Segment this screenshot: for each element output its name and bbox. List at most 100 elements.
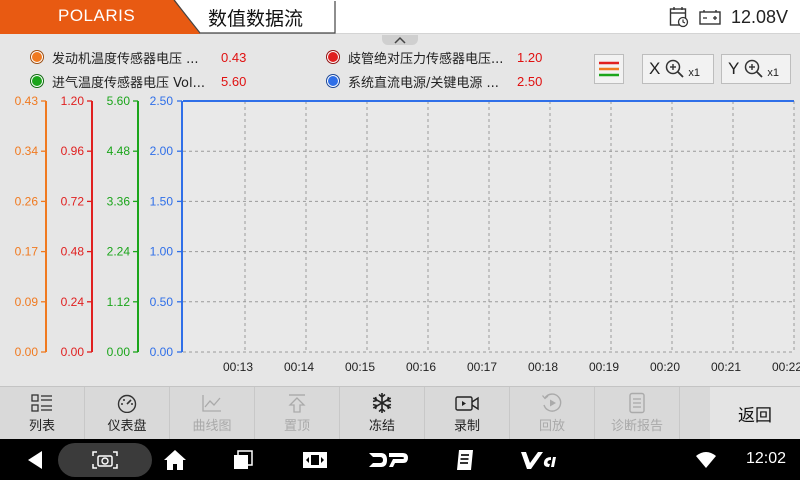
- recent-apps-nav[interactable]: [228, 439, 258, 480]
- line-chart-button[interactable]: 曲线图: [170, 387, 255, 440]
- page-title: 数值数据流: [208, 8, 304, 30]
- freeze-label: 冻结: [368, 419, 395, 434]
- x-tick-label: 00:19: [589, 360, 619, 374]
- y-tick-label: 5.60: [107, 96, 131, 108]
- legend: 发动机温度传感器电压 ... 0.43 进气温度传感器电压 Vol... 5.6…: [30, 47, 590, 95]
- y-tick-label: 0.00: [61, 345, 85, 359]
- series-dot: [326, 74, 340, 88]
- playback-label: 回放: [538, 419, 565, 434]
- pin-top-label: 置顶: [283, 419, 310, 434]
- y-tick-label: 0.34: [15, 144, 39, 158]
- record-button[interactable]: 录制: [425, 387, 510, 440]
- y-tick-label: 0.96: [61, 144, 85, 158]
- y-tick-label: 0.26: [15, 194, 39, 208]
- line-chart[interactable]: 00:13 00:14 00:15 00:16 00:17 00:18 00:19 00:20…: [0, 96, 800, 384]
- dp-nav[interactable]: [366, 439, 410, 480]
- record-icon: [455, 396, 479, 411]
- x-tick-label: 00:21: [711, 360, 741, 374]
- y-zoom-button[interactable]: Y x1: [721, 54, 791, 84]
- y-tick-label: 0.00: [107, 345, 131, 359]
- back-nav[interactable]: [20, 439, 50, 480]
- y-tick-label: 0.24: [61, 295, 85, 309]
- y-tick-label: 0.50: [150, 295, 174, 309]
- x-tick-label: 00:17: [467, 360, 497, 374]
- recent-apps-icon: [234, 449, 253, 469]
- brand-name: POLARIS: [58, 6, 136, 25]
- y-tick-label: 0.72: [61, 194, 85, 208]
- screenshot-nav[interactable]: [58, 439, 152, 480]
- home-nav[interactable]: [160, 439, 190, 480]
- list-label: 列表: [28, 419, 55, 434]
- pin-top-button[interactable]: 置顶: [255, 387, 340, 440]
- app-window: POLARIS 数值数据流 12.08V 发动机温度传感器电压 ... 0.43…: [0, 0, 800, 480]
- vci-switch-nav[interactable]: [298, 439, 332, 480]
- y-tick-label: 1.50: [150, 194, 174, 208]
- back-button[interactable]: 返回: [710, 387, 800, 440]
- y-tick-label: 0.09: [15, 295, 39, 309]
- zoom-in-icon: [745, 59, 763, 78]
- x-tick-label: 00:15: [345, 360, 375, 374]
- record-label: 录制: [453, 419, 480, 434]
- x-tick-label: 00:14: [284, 360, 314, 374]
- y-tick-label: 2.00: [150, 144, 174, 158]
- legend-value: 2.50: [517, 74, 543, 89]
- legend-label: 歧管绝对压力传感器电压...: [348, 51, 504, 67]
- wifi-status: [694, 439, 718, 480]
- vci-nav[interactable]: [518, 439, 558, 480]
- legend-label: 系统直流电源/关键电源 ...: [348, 75, 499, 91]
- list-button[interactable]: 列表: [0, 387, 85, 440]
- legend-item[interactable]: 发动机温度传感器电压 ...: [30, 47, 199, 67]
- legend-value: 1.20: [517, 50, 543, 65]
- collapse-handle[interactable]: [382, 35, 418, 45]
- x-tick-label: 00:13: [223, 360, 253, 374]
- line-chart-label: 曲线图: [192, 419, 232, 434]
- calendar-clock-icon: [669, 7, 689, 28]
- gauge-button[interactable]: 仪表盘: [85, 387, 170, 440]
- report-button[interactable]: 诊断报告: [595, 387, 680, 440]
- x-tick-label: 00:18: [528, 360, 558, 374]
- y-tick-label: 0.17: [15, 245, 39, 259]
- top-bar: POLARIS 数值数据流 12.08V: [0, 0, 800, 34]
- home-icon: [164, 449, 186, 470]
- screenshot-icon: [92, 450, 118, 469]
- y-tick-label: 1.12: [107, 295, 131, 309]
- wifi-icon: [696, 451, 716, 468]
- notes-nav[interactable]: [450, 439, 480, 480]
- y-zoom-multiplier: x1: [767, 67, 779, 79]
- series-dot: [326, 50, 340, 64]
- playback-icon: [542, 393, 562, 412]
- x-tick-label: 00:20: [650, 360, 680, 374]
- legend-item[interactable]: 系统直流电源/关键电源 ...: [326, 71, 499, 91]
- y-tick-label: 3.36: [107, 194, 131, 208]
- x-tick-label: 00:16: [406, 360, 436, 374]
- status-area: 12.08V: [669, 5, 788, 29]
- legend-value: 0.43: [221, 50, 247, 65]
- pin-top-icon: [288, 394, 306, 413]
- bottom-toolbar: 列表 仪表盘 曲线图 置顶 冻结 录制 回放 诊断报告 返回: [0, 386, 800, 440]
- legend-item[interactable]: 歧管绝对压力传感器电压...: [326, 47, 503, 67]
- legend-lines-icon: [599, 61, 619, 77]
- gauge-icon: [117, 394, 137, 413]
- vci-switch-icon: [303, 451, 327, 468]
- x-axis-label: X: [649, 59, 661, 78]
- y-tick-label: 1.20: [61, 96, 85, 108]
- legend-item[interactable]: 进气温度传感器电压 Vol...: [30, 71, 205, 91]
- snowflake-icon: [372, 393, 392, 413]
- y-tick-label: 0.43: [15, 96, 39, 108]
- y-tick-label: 4.48: [107, 144, 131, 158]
- line-chart-icon: [202, 395, 221, 412]
- legend-toggle-button[interactable]: [594, 54, 624, 84]
- y-axis-label: Y: [728, 59, 740, 78]
- legend-label: 进气温度传感器电压 Vol...: [52, 75, 205, 91]
- battery-voltage: 12.08V: [730, 6, 788, 27]
- legend-value: 5.60: [221, 74, 247, 89]
- y-tick-label: 0.00: [150, 345, 174, 359]
- vci-logo-icon: [521, 451, 556, 469]
- freeze-button[interactable]: 冻结: [340, 387, 425, 440]
- playback-button[interactable]: 回放: [510, 387, 595, 440]
- report-icon: [629, 392, 645, 414]
- gauge-label: 仪表盘: [107, 419, 147, 434]
- series-dot: [30, 74, 44, 88]
- x-zoom-button[interactable]: X x1: [642, 54, 714, 84]
- x-tick-label: 00:22: [772, 360, 800, 374]
